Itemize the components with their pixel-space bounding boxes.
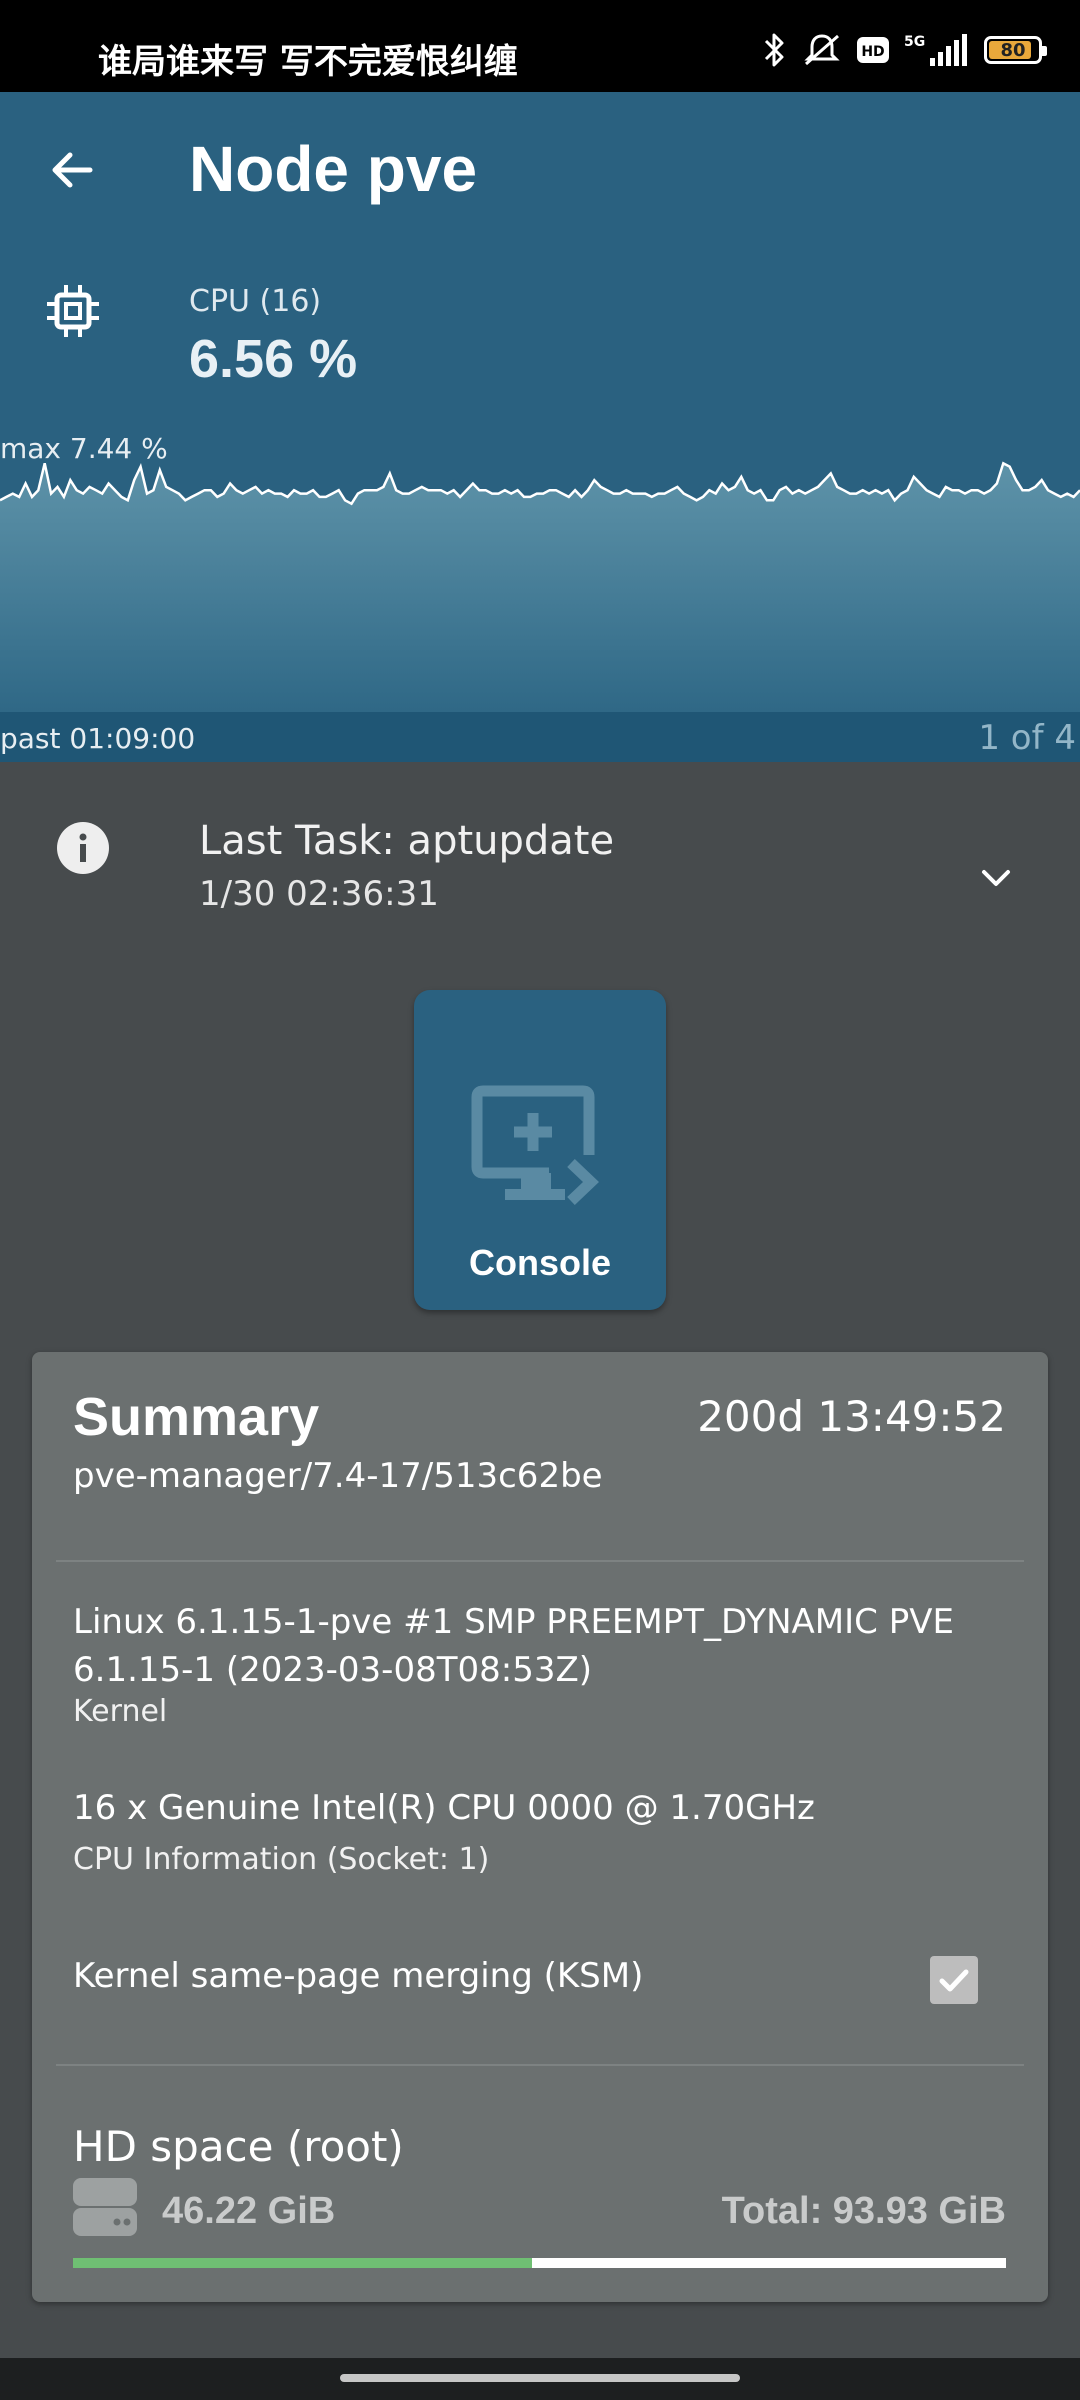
battery-level: 80 — [1000, 39, 1026, 61]
cpu-info-value: 16 x Genuine Intel(R) CPU 0000 @ 1.70GHz — [73, 1788, 815, 1828]
status-bar: 谁局谁来写 写不完爱恨纠缠 HD 5G 80 — [0, 0, 1080, 92]
chart-time-range: past 01:09:00 — [0, 722, 196, 755]
console-button[interactable]: Console — [414, 990, 666, 1310]
cpu-label: CPU (16) — [189, 284, 322, 319]
hd-used: 46.22 GiB — [162, 2190, 336, 2232]
chevron-down-icon[interactable] — [972, 854, 1020, 902]
battery-icon: 80 — [984, 36, 1047, 64]
kernel-label: Kernel — [73, 1694, 168, 1729]
svg-text:5G: 5G — [904, 34, 925, 50]
back-button[interactable] — [44, 140, 104, 200]
divider — [56, 2064, 1024, 2066]
cpu-value: 6.56 % — [189, 329, 358, 389]
hd-icon: HD — [856, 30, 890, 70]
hd-total: Total: 93.93 GiB — [721, 2190, 1006, 2232]
cpu-info-label: CPU Information (Socket: 1) — [73, 1842, 490, 1877]
5g-signal-icon: 5G — [904, 30, 970, 70]
summary-card: Summary 200d 13:49:52 pve-manager/7.4-17… — [32, 1352, 1048, 2302]
node-header: Node pve CPU (16) 6.56 % max 7.44 % past… — [0, 92, 1080, 762]
hd-progress-fill — [73, 2258, 533, 2268]
cpu-icon — [44, 282, 102, 340]
hd-progress-bar — [73, 2258, 1006, 2268]
pve-version: pve-manager/7.4-17/513c62be — [73, 1456, 603, 1496]
page-title: Node pve — [189, 133, 478, 205]
last-task-time: 1/30 02:36:31 — [199, 874, 439, 914]
bluetooth-icon — [760, 30, 788, 70]
cpu-area — [0, 463, 1080, 712]
navigation-bar — [0, 2358, 1080, 2400]
summary-title: Summary — [73, 1387, 320, 1447]
kernel-value: Linux 6.1.15-1-pve #1 SMP PREEMPT_DYNAMI… — [73, 1602, 954, 1690]
console-label: Console — [468, 1242, 611, 1283]
last-task-row[interactable]: Last Task: aptupdate 1/30 02:36:31 — [0, 762, 1080, 942]
mute-icon — [802, 30, 842, 70]
page-indicator: 1 of 4 — [978, 718, 1076, 758]
check-icon — [939, 1969, 969, 1992]
svg-text:HD: HD — [861, 44, 884, 60]
console-icon — [469, 1085, 614, 1205]
back-arrow-icon — [52, 152, 93, 188]
info-icon — [57, 822, 109, 874]
cpu-usage-chart — [0, 461, 1080, 762]
divider — [56, 1560, 1024, 1562]
ksm-label: Kernel same-page merging (KSM) — [73, 1956, 644, 1996]
status-icons: HD 5G 80 — [760, 30, 1047, 70]
chart-max-label: max 7.44 % — [0, 432, 168, 465]
uptime-value: 200d 13:49:52 — [697, 1392, 1006, 1441]
hard-drive-icon — [73, 2178, 137, 2238]
ksm-checkbox[interactable] — [930, 1956, 978, 2004]
last-task-title: Last Task: aptupdate — [199, 818, 615, 864]
hd-space-title: HD space (root) — [73, 2122, 404, 2171]
status-text: 谁局谁来写 写不完爱恨纠缠 — [98, 42, 518, 82]
gesture-handle[interactable] — [340, 2374, 740, 2382]
